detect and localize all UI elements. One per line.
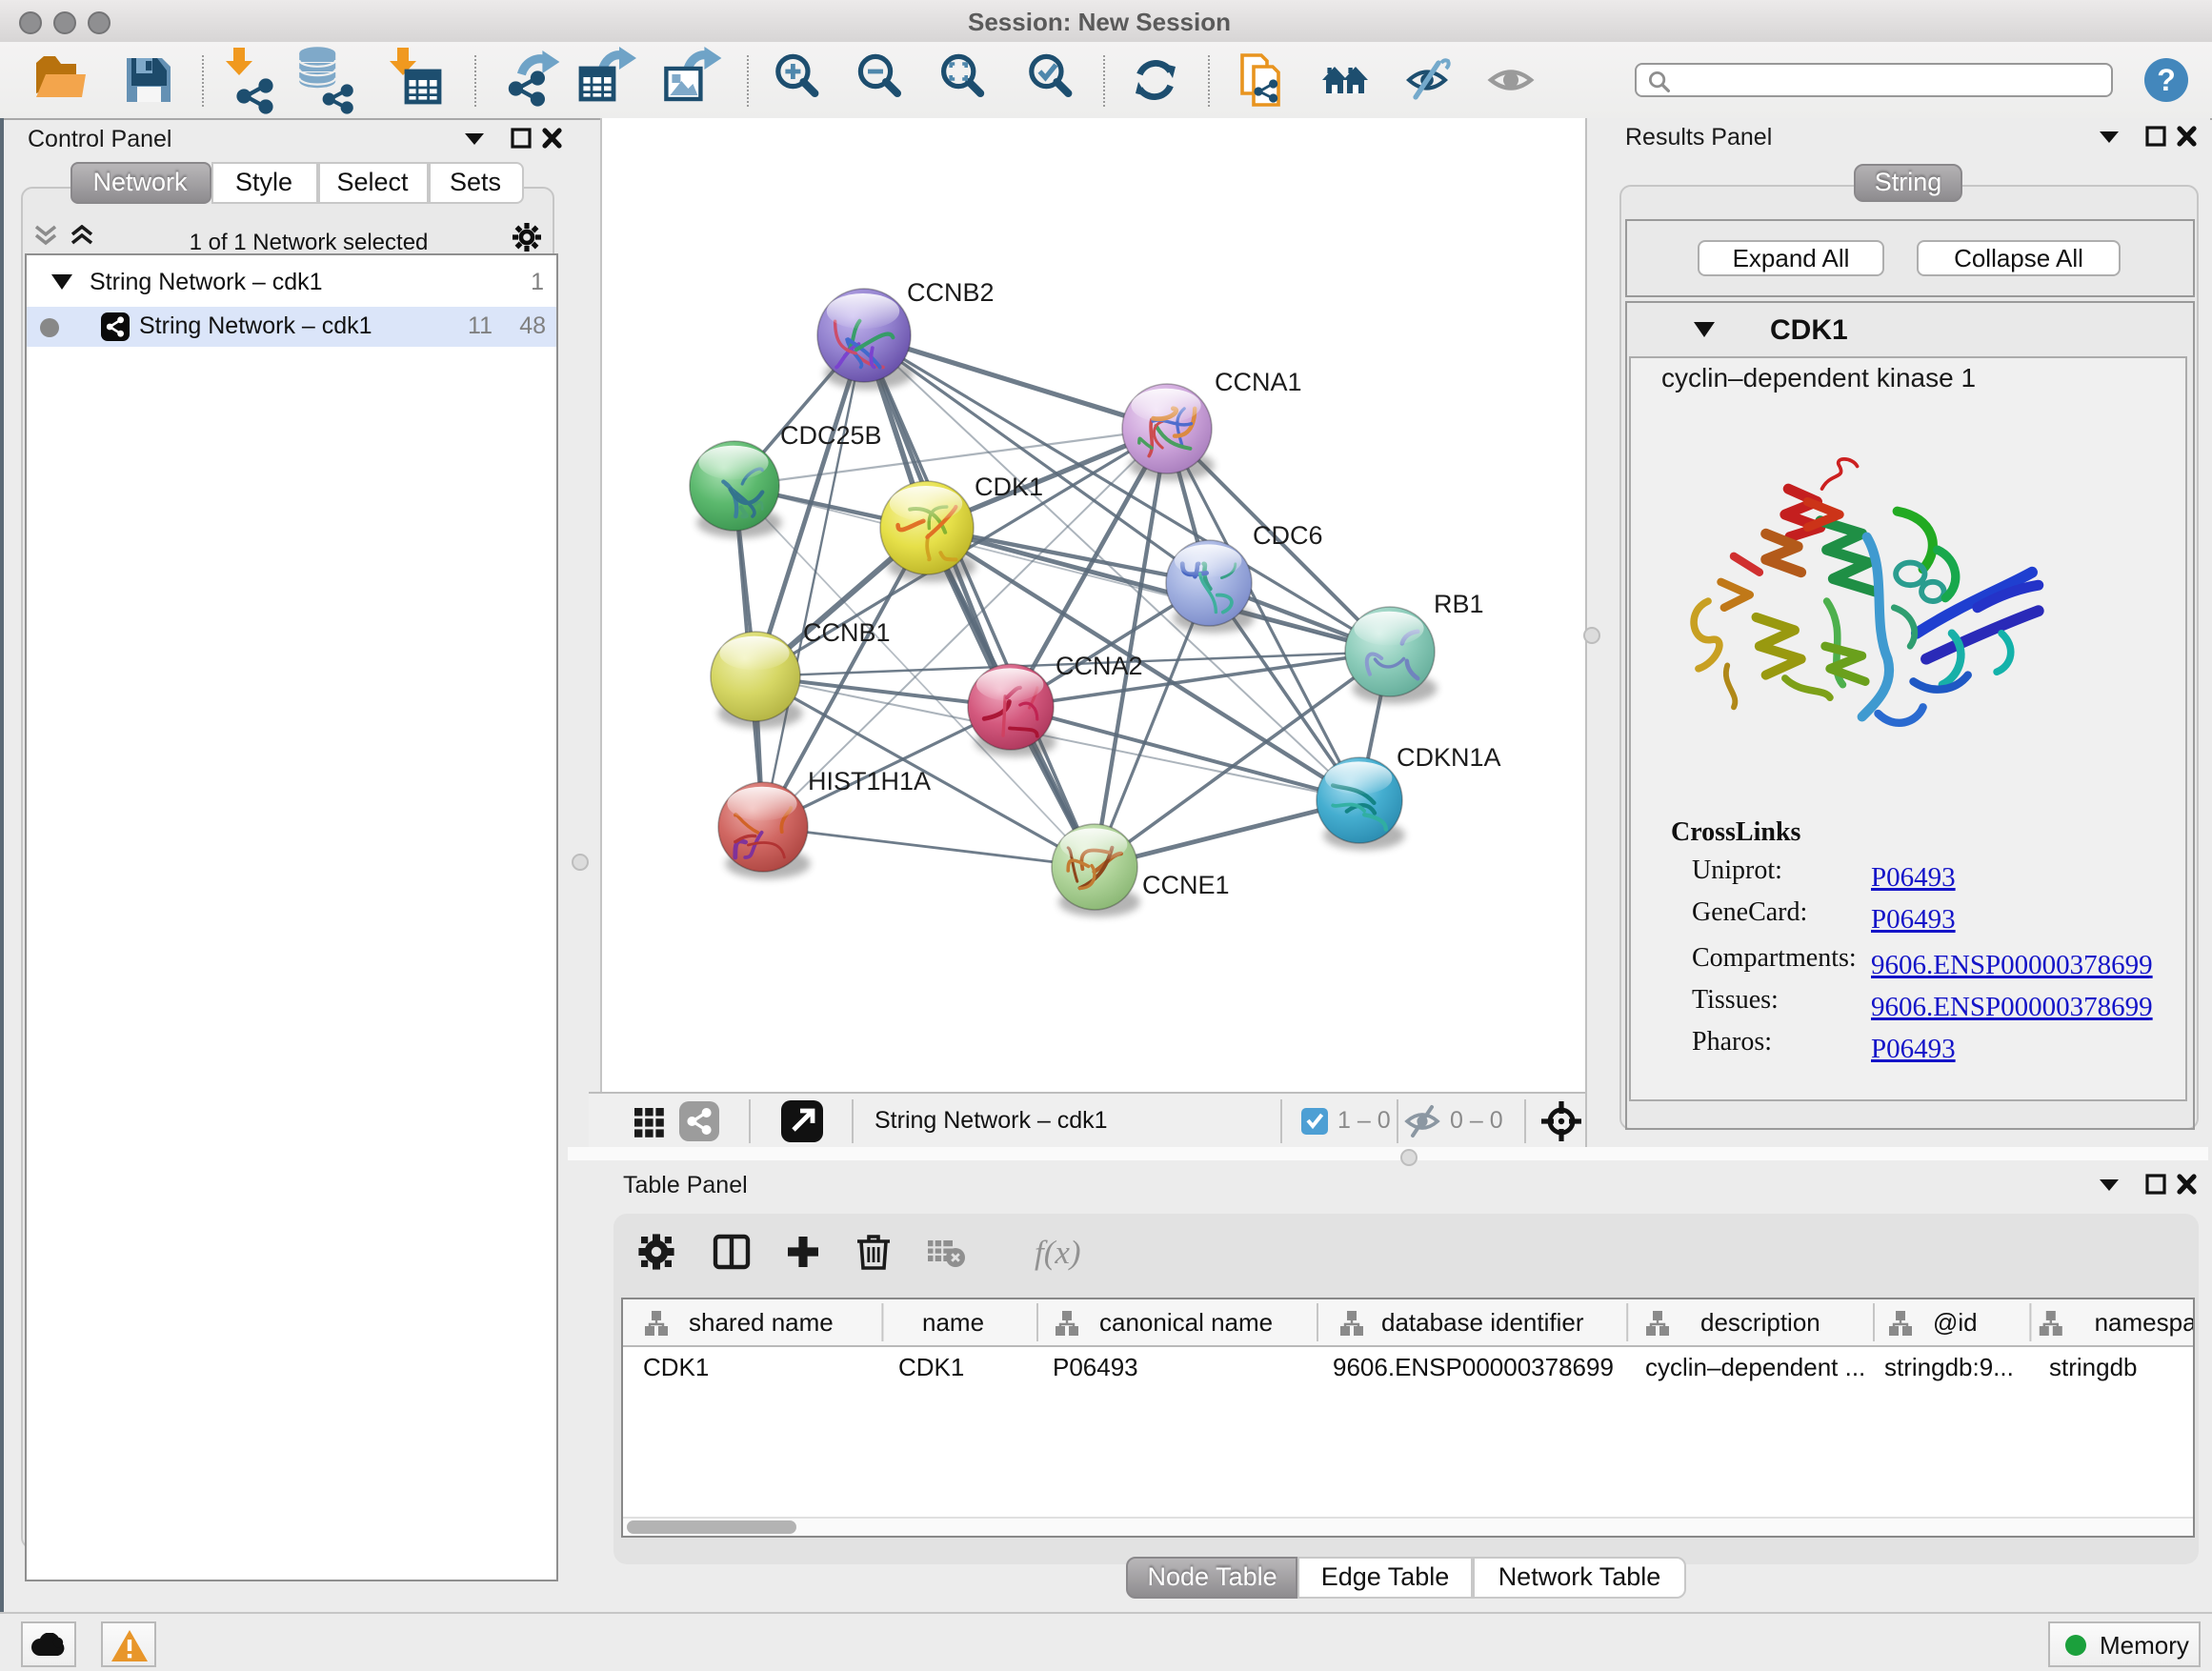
svg-text:database identifier: database identifier bbox=[1380, 1308, 1583, 1337]
svg-text:description: description bbox=[1699, 1308, 1820, 1337]
svg-text:CDC25B: CDC25B bbox=[779, 421, 881, 450]
svg-text:P06493: P06493 bbox=[1871, 863, 1956, 893]
svg-text:canonical name: canonical name bbox=[1098, 1308, 1272, 1337]
svg-text:CCNA2: CCNA2 bbox=[1055, 652, 1142, 680]
svg-text:CCNA1: CCNA1 bbox=[1214, 368, 1301, 396]
svg-text:9606.ENSP00000378699: 9606.ENSP00000378699 bbox=[1871, 993, 2153, 1022]
svg-text:CCNB2: CCNB2 bbox=[906, 278, 994, 307]
svg-text:P06493: P06493 bbox=[1871, 905, 1956, 935]
svg-text:HIST1H1A: HIST1H1A bbox=[807, 767, 930, 795]
svg-text:name: name bbox=[921, 1308, 983, 1337]
svg-text:shared name: shared name bbox=[688, 1308, 833, 1337]
svg-text:RB1: RB1 bbox=[1433, 590, 1483, 618]
svg-text:f(x): f(x) bbox=[1034, 1233, 1080, 1270]
svg-text:CDKN1A: CDKN1A bbox=[1396, 743, 1500, 772]
svg-text:?: ? bbox=[2157, 63, 2176, 97]
svg-text:@id: @id bbox=[1932, 1308, 1977, 1337]
svg-text:P06493: P06493 bbox=[1871, 1035, 1956, 1064]
svg-text:CCNE1: CCNE1 bbox=[1141, 871, 1229, 899]
svg-text:CDC6: CDC6 bbox=[1252, 521, 1322, 550]
svg-text:9606.ENSP00000378699: 9606.ENSP00000378699 bbox=[1871, 951, 2153, 980]
svg-text:namespace: namespace bbox=[2094, 1308, 2192, 1337]
svg-text:CDK1: CDK1 bbox=[974, 473, 1042, 501]
svg-text:CCNB1: CCNB1 bbox=[802, 618, 890, 647]
